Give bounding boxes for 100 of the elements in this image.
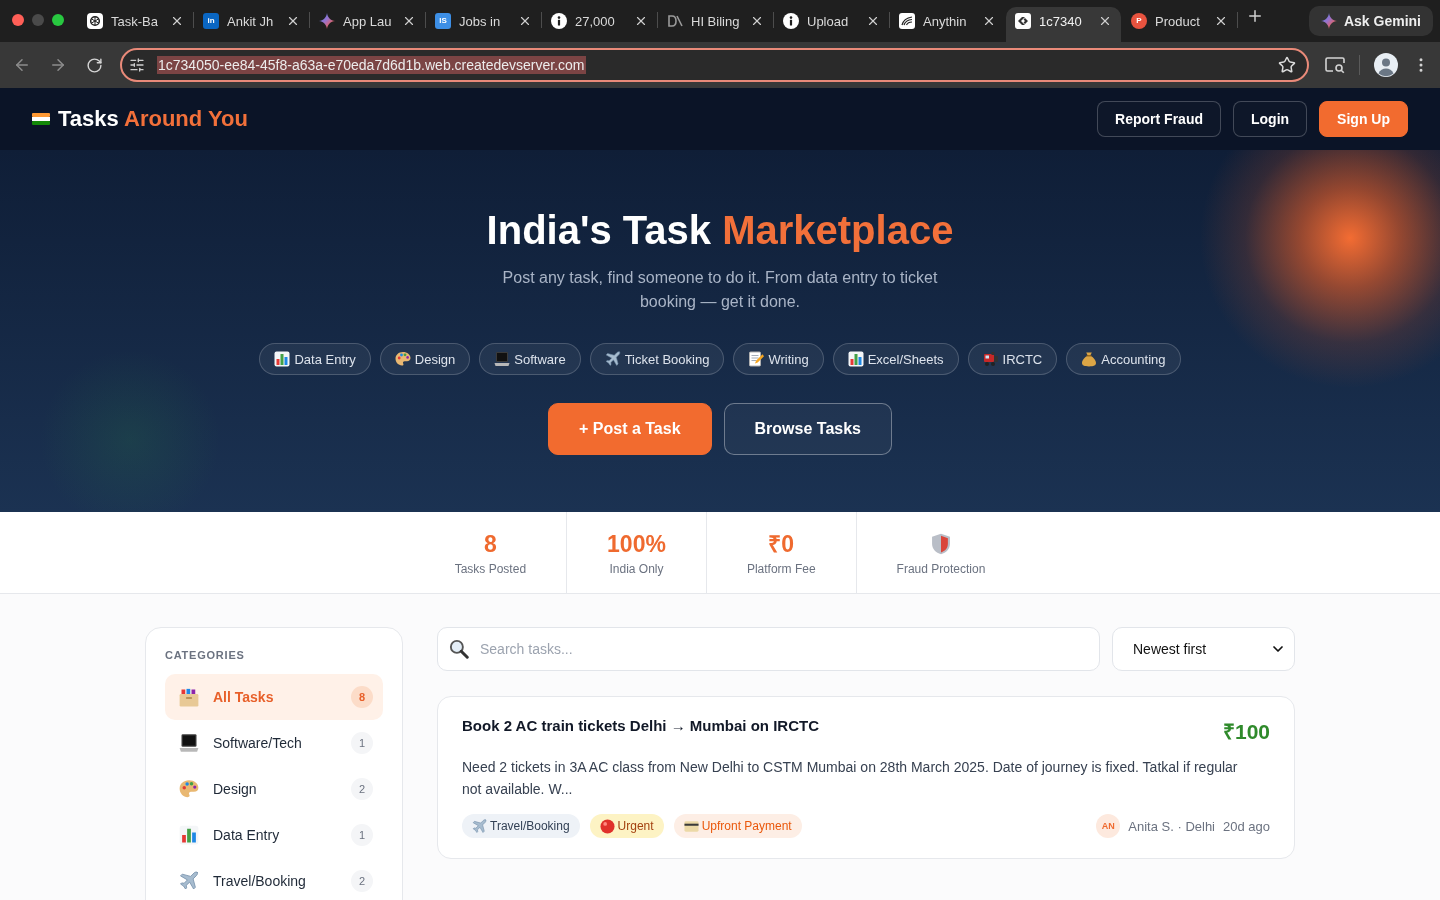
close-icon[interactable] (1214, 14, 1228, 28)
address-bar[interactable]: 1c734050-ee84-45f8-a63a-e70eda7d6d1b.web.createdevserver.com (120, 48, 1309, 82)
search-icon (449, 639, 469, 659)
close-icon[interactable] (634, 14, 648, 28)
diamond-logo-icon (1015, 13, 1031, 29)
airplane-icon (604, 351, 621, 367)
close-icon[interactable] (402, 14, 416, 28)
category-chip[interactable]: Excel/Sheets (832, 343, 959, 375)
task-tag: Upfront Payment (673, 814, 802, 838)
hero-title: India's Task Marketplace (486, 207, 954, 254)
sort-select[interactable]: Newest first (1112, 627, 1295, 671)
stat-value: 100% (607, 532, 666, 556)
swoosh-logo-icon (899, 13, 915, 29)
close-icon[interactable] (286, 14, 300, 28)
task-title: Book 2 AC train tickets Delhi → Mumbai on IRCTC (462, 717, 819, 735)
browser-tab[interactable]: P Product (1122, 7, 1237, 42)
category-chip[interactable]: Software (479, 343, 581, 375)
category-chip[interactable]: Accounting (1066, 343, 1181, 375)
close-icon[interactable] (866, 14, 880, 28)
palette-icon (394, 351, 411, 367)
header-button[interactable]: Login (1233, 101, 1308, 137)
shield-icon (929, 533, 952, 555)
browser-tab[interactable]: Anythin (890, 7, 1005, 42)
category-chip[interactable]: Ticket Booking (589, 343, 725, 375)
browser-tab[interactable]: HI Biling (658, 7, 773, 42)
close-window-icon[interactable] (12, 14, 24, 26)
dot-icon (599, 818, 615, 834)
category-chip[interactable]: Data Entry (259, 343, 371, 375)
browser-tab[interactable]: App Lau (310, 7, 425, 42)
category-chip[interactable]: Writing (733, 343, 824, 375)
laptop-icon (494, 351, 511, 367)
category-chip[interactable]: Design (379, 343, 471, 375)
task-tag: Travel/Booking (462, 814, 580, 838)
category-item[interactable]: Software/Tech 1 (165, 720, 383, 766)
profile-avatar-icon[interactable] (1374, 53, 1398, 77)
stat-label: India Only (609, 562, 664, 576)
india-flag-icon (32, 113, 50, 125)
reload-icon[interactable] (85, 56, 103, 74)
browse-tasks-button[interactable]: Browse Tasks (723, 403, 892, 455)
close-icon[interactable] (518, 14, 532, 28)
info-icon (783, 13, 799, 29)
site-logo: IS (435, 13, 451, 29)
site-settings-icon[interactable] (129, 57, 145, 73)
bar-chart-icon (179, 825, 199, 845)
stat-label: Platform Fee (746, 562, 816, 576)
count-badge: 1 (351, 824, 373, 846)
palette-icon (179, 779, 199, 799)
airplane-icon (179, 871, 199, 891)
logo-text[interactable]: Tasks Around You (58, 106, 248, 132)
header-button[interactable]: Report Fraud (1097, 101, 1221, 137)
file-box-icon (179, 687, 199, 707)
wheel-logo-icon (87, 13, 103, 29)
browser-tab[interactable]: Upload (774, 7, 889, 42)
browser-tab[interactable]: Task-Ba (78, 7, 193, 42)
category-chip[interactable]: IRCTC (967, 343, 1058, 375)
task-price: ₹100 (1222, 720, 1270, 744)
category-item[interactable]: Travel/Booking 2 (165, 858, 383, 900)
posted-time: 20d ago (1223, 818, 1270, 834)
new-tab-icon[interactable] (1246, 7, 1264, 25)
category-item[interactable]: Design 2 (165, 766, 383, 812)
count-badge: 1 (351, 732, 373, 754)
close-icon[interactable] (750, 14, 764, 28)
hero-subtitle: Post any task, find someone to do it. From data entry to ticket booking — get it done. (501, 268, 939, 312)
browser-tab[interactable]: in Ankit Jh (194, 7, 309, 42)
close-icon[interactable] (1098, 14, 1112, 28)
forward-icon[interactable] (49, 56, 67, 74)
bookmark-star-icon[interactable] (1278, 56, 1296, 74)
site-logo: in (203, 13, 219, 29)
task-tag: Urgent (589, 814, 664, 838)
browser-tab[interactable]: IS Jobs in (426, 7, 541, 42)
bar-chart-icon (847, 351, 864, 367)
stat-label: Tasks Posted (454, 562, 527, 576)
slash-logo-icon (667, 13, 683, 29)
count-badge: 2 (351, 778, 373, 800)
search-field[interactable]: Search tasks... (437, 627, 1100, 671)
avatar-initials: AN (1096, 814, 1121, 838)
browser-tab[interactable]: 27,000 (542, 7, 657, 42)
sparkle-icon (1320, 13, 1337, 29)
ask-gemini-button[interactable]: Ask Gemini (1308, 6, 1433, 36)
categories-heading: CATEGORIES (165, 649, 246, 661)
category-item[interactable]: Data Entry 1 (165, 812, 383, 858)
memo-icon (748, 351, 765, 367)
train-icon (982, 351, 999, 367)
maximize-window-icon[interactable] (52, 14, 64, 26)
sparkle-icon (319, 13, 335, 29)
task-card[interactable] (437, 696, 1295, 859)
bar-chart-icon (274, 351, 291, 367)
airplane-icon (472, 818, 487, 834)
stat-label: Fraud Protection (896, 562, 986, 576)
url-text: 1c734050-ee84-45f8-a63a-e70eda7d6d1b.web.createdevserver.com (157, 56, 586, 74)
screen-search-icon[interactable] (1325, 56, 1345, 74)
info-icon (551, 13, 567, 29)
browser-tab[interactable]: 1c7340 (1006, 7, 1121, 42)
back-icon[interactable] (13, 56, 31, 74)
money-bag-icon (1081, 351, 1098, 367)
close-icon[interactable] (170, 14, 184, 28)
close-icon[interactable] (982, 14, 996, 28)
stat-value: ₹0 (768, 532, 795, 556)
count-badge: 2 (351, 870, 373, 892)
laptop-icon (179, 733, 199, 753)
